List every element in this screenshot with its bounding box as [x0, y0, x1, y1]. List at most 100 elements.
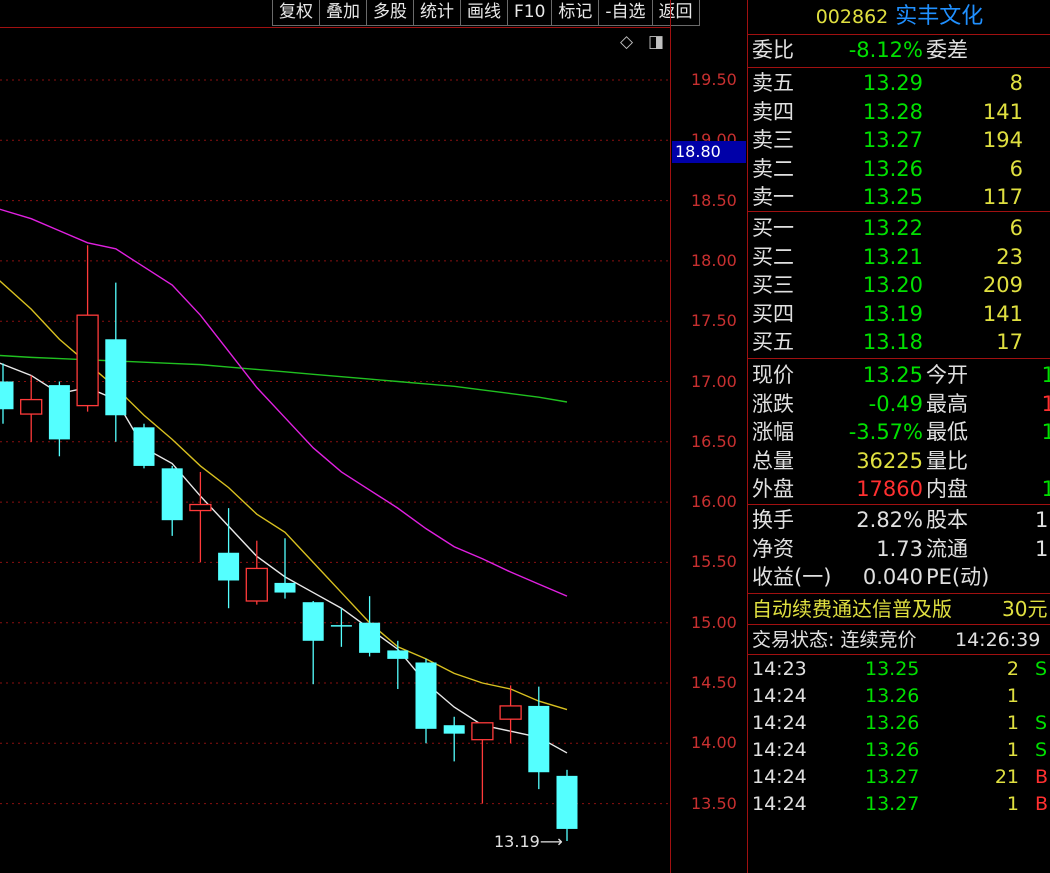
stock-name: 实丰文化 [895, 4, 984, 29]
candle-body[interactable] [330, 625, 352, 627]
buy-level-price: 13.21 [862, 244, 923, 269]
price-axis-tick: 15.00 [691, 612, 737, 632]
toolbar-statistics-button[interactable]: 统计 [413, 0, 461, 26]
tick-price: 13.27 [865, 793, 920, 815]
toolbar-remove-watchlist-button[interactable]: -自选 [598, 0, 653, 26]
tick-time: 14:24 [752, 793, 807, 815]
sell-level-volume: 8 [1009, 71, 1023, 95]
price-axis-tick: 18.50 [691, 190, 737, 210]
candle-body[interactable] [387, 650, 409, 659]
toolbar-draw-button[interactable]: 画线 [460, 0, 508, 26]
quote-value: 13.25 [862, 363, 923, 387]
quote-panel: 002862 实丰文化 委比 -8.12% 委差 卖五 13.29 8 卖四 1… [747, 0, 1050, 873]
tick-row: 14:24 13.26 1 [748, 683, 1050, 710]
price-axis-tick: 14.50 [691, 673, 737, 692]
buy-level-label: 买五 [752, 330, 794, 354]
sell-level-label: 卖四 [752, 99, 794, 124]
candle-body[interactable] [105, 339, 127, 416]
low-price-marker: 13.19⟶ [494, 832, 563, 851]
tick-side: B [1035, 793, 1049, 815]
quote-label: 涨跌 [752, 391, 794, 416]
diamond-icon[interactable]: ◇ [620, 32, 633, 52]
divider [748, 358, 1050, 359]
sell-level-row[interactable]: 卖四 13.28 141 [748, 98, 1050, 126]
candle-body[interactable] [499, 705, 522, 720]
candle-body[interactable] [471, 722, 494, 741]
sell-level-price: 13.29 [862, 71, 923, 95]
candle-body[interactable] [359, 622, 381, 653]
ad-price[interactable]: 30元 [1002, 595, 1047, 623]
toolbar-multi-stock-button[interactable]: 多股 [366, 0, 414, 26]
window-toggle-icon[interactable]: ◨ [648, 32, 664, 52]
kline-chart[interactable]: 复权 叠加 多股 统计 画线 F10 标记 -自选 返回 ◇ ◨ 13.19⟶ [0, 0, 700, 873]
toolbar-f10-button[interactable]: F10 [507, 0, 553, 26]
candle-body[interactable] [274, 582, 296, 593]
tick-price: 13.26 [865, 739, 920, 761]
toolbar-overlay-button[interactable]: 叠加 [319, 0, 367, 26]
candle-body[interactable] [133, 427, 155, 466]
fundamental-row: 收益(一) 0.040 PE(动) [748, 563, 1050, 591]
quote-label: 涨幅 [752, 420, 794, 444]
quote-value-2: 1 [1042, 418, 1050, 446]
tick-price: 13.25 [865, 658, 920, 680]
weibi-row: 委比 -8.12% 委差 [748, 36, 1050, 64]
candle-body[interactable] [20, 398, 43, 415]
weicha-label: 委差 [926, 38, 968, 62]
price-axis-tick: 17.50 [691, 311, 737, 331]
fundamental-value-2: 1. [1034, 536, 1050, 561]
tick-time: 14:24 [752, 766, 807, 788]
buy-level-price: 13.18 [862, 330, 923, 354]
trade-status-text: 交易状态: 连续竞价 [752, 629, 917, 651]
ad-banner[interactable]: 自动续费通达信普及版 30元 [748, 595, 1050, 623]
sell-level-row[interactable]: 卖五 13.29 8 [748, 69, 1050, 97]
price-axis-tick: 16.50 [691, 431, 737, 451]
buy-level-row[interactable]: 买三 13.20 209 [748, 271, 1050, 299]
candle-body[interactable] [189, 503, 212, 512]
buy-level-row[interactable]: 买五 13.18 17 [748, 328, 1050, 356]
fundamental-row: 换手 2.82% 股本 1. [748, 506, 1050, 534]
candle-body[interactable] [302, 602, 324, 641]
quote-value: -0.49 [868, 391, 923, 416]
fundamental-value: 1.73 [876, 536, 923, 561]
sell-level-row[interactable]: 卖三 13.27 194 [748, 126, 1050, 154]
buy-level-row[interactable]: 买二 13.21 23 [748, 243, 1050, 271]
buy-level-label: 买四 [752, 301, 794, 326]
tick-row: 14:23 13.25 2 S [748, 656, 1050, 683]
candle-body[interactable] [528, 705, 550, 773]
buy-level-row[interactable]: 买四 13.19 141 [748, 300, 1050, 328]
quote-label-2: 今开 [926, 363, 968, 387]
candle-body[interactable] [556, 775, 578, 829]
sell-level-price: 13.28 [862, 99, 923, 124]
quote-row: 外盘 17860 内盘 1 [748, 475, 1050, 503]
tick-volume: 2 [1006, 658, 1019, 680]
quote-label-2: 内盘 [926, 477, 968, 501]
fundamental-row: 净资 1.73 流通 1. [748, 535, 1050, 563]
sell-level-volume: 6 [1009, 156, 1023, 181]
quote-value-2: 1 [1042, 361, 1050, 389]
candle-body[interactable] [48, 385, 70, 440]
toolbar-fuquan-button[interactable]: 复权 [272, 0, 320, 26]
buy-level-price: 13.20 [862, 273, 923, 297]
candle-body[interactable] [76, 314, 99, 407]
quote-label-2: 最低 [926, 420, 968, 444]
ad-text[interactable]: 自动续费通达信普及版 [752, 595, 952, 623]
candle-body[interactable] [218, 552, 240, 581]
candle-body[interactable] [443, 725, 465, 734]
quote-row: 总量 36225 量比 [748, 447, 1050, 475]
sell-level-row[interactable]: 卖一 13.25 117 [748, 183, 1050, 211]
buy-level-row[interactable]: 买一 13.22 6 [748, 214, 1050, 242]
candle-body[interactable] [415, 662, 437, 729]
kline-chart-svg[interactable] [0, 0, 670, 873]
chart-toolbar: 复权 叠加 多股 统计 画线 F10 标记 -自选 返回 [272, 0, 700, 27]
sell-level-row[interactable]: 卖二 13.26 6 [748, 155, 1050, 183]
chart-top-border [0, 27, 670, 28]
buy-level-volume: 17 [996, 330, 1023, 354]
tick-volume: 1 [1006, 685, 1019, 707]
toolbar-mark-button[interactable]: 标记 [551, 0, 600, 26]
sell-level-label: 卖一 [752, 185, 794, 209]
weibi-label: 委比 [752, 38, 794, 62]
candle-body[interactable] [245, 567, 268, 602]
buy-level-price: 13.22 [862, 216, 923, 240]
candle-body[interactable] [161, 468, 183, 521]
candle-body[interactable] [0, 381, 14, 410]
